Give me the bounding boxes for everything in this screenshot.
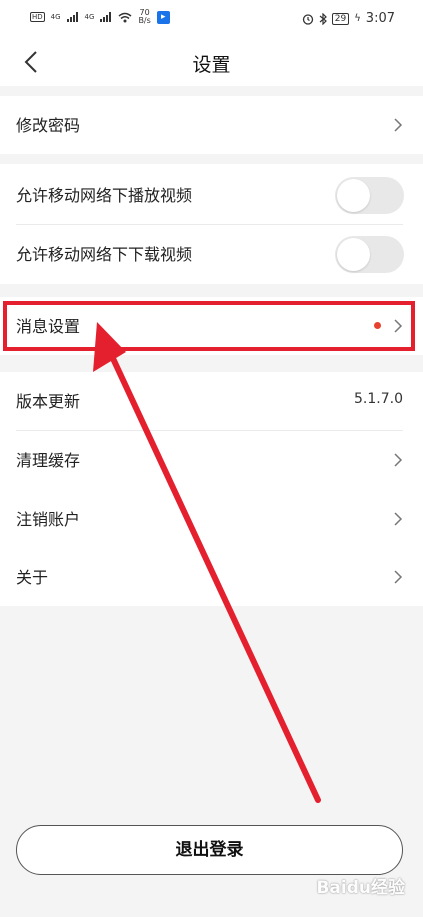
row-label: 修改密码 (16, 116, 81, 135)
annotation-highlight-box (3, 301, 415, 351)
chevron-right-icon (394, 453, 403, 467)
logout-button[interactable]: 退出登录 (16, 825, 403, 875)
row-label: 版本更新 (16, 392, 81, 411)
wifi-icon (118, 12, 132, 22)
settings-group-misc: 版本更新 5.1.7.0 清理缓存 注销账户 关于 (0, 372, 423, 606)
baidu-watermark: Baidu经验 (316, 878, 405, 898)
signal-4g-label: 4G (50, 13, 61, 21)
chevron-right-icon (394, 118, 403, 132)
status-right: 29 ϟ 3:07 (302, 11, 395, 26)
signal-icon (66, 12, 78, 22)
app-notification-icon: ▸ (156, 10, 170, 24)
chevron-right-icon (394, 570, 403, 584)
battery-level: 29 (331, 12, 350, 25)
row-version-update[interactable]: 版本更新 5.1.7.0 (0, 372, 423, 430)
toggle-knob (337, 238, 370, 271)
bluetooth-icon (319, 12, 327, 25)
status-left: HD 4G 4G 70 B/s ▸ (30, 9, 170, 25)
alarm-icon (302, 13, 313, 25)
row-label: 注销账户 (16, 510, 81, 529)
row-about[interactable]: 关于 (0, 548, 423, 606)
row-change-password[interactable]: 修改密码 (0, 96, 423, 154)
signal-4g-label-2: 4G (84, 13, 95, 21)
row-label: 清理缓存 (16, 451, 81, 470)
row-label: 允许移动网络下播放视频 (16, 186, 193, 205)
row-delete-account[interactable]: 注销账户 (0, 490, 423, 548)
row-mobile-download: 允许移动网络下下载视频 (0, 225, 423, 283)
mobile-play-toggle[interactable] (335, 177, 404, 214)
hd-badge: HD (30, 12, 45, 22)
chevron-right-icon (394, 512, 403, 526)
status-time: 3:07 (365, 11, 395, 26)
toggle-knob (337, 179, 370, 212)
status-bar: HD 4G 4G 70 B/s ▸ 29 ϟ 3:07 (0, 0, 423, 38)
row-clear-cache[interactable]: 清理缓存 (0, 431, 423, 489)
row-label: 允许移动网络下下载视频 (16, 245, 193, 264)
signal-icon-2 (100, 12, 112, 22)
settings-group-network: 允许移动网络下播放视频 允许移动网络下下载视频 (0, 164, 423, 284)
network-speed: 70 B/s (138, 9, 150, 25)
row-label: 关于 (16, 568, 49, 587)
speed-unit: B/s (138, 16, 151, 25)
row-mobile-play: 允许移动网络下播放视频 (0, 166, 423, 224)
mobile-download-toggle[interactable] (335, 236, 404, 273)
settings-group-account: 修改密码 (0, 96, 423, 154)
page-title: 设置 (192, 54, 231, 76)
version-value: 5.1.7.0 (354, 391, 403, 407)
charging-icon: ϟ (354, 13, 361, 24)
nav-bar: 设置 (0, 38, 423, 86)
